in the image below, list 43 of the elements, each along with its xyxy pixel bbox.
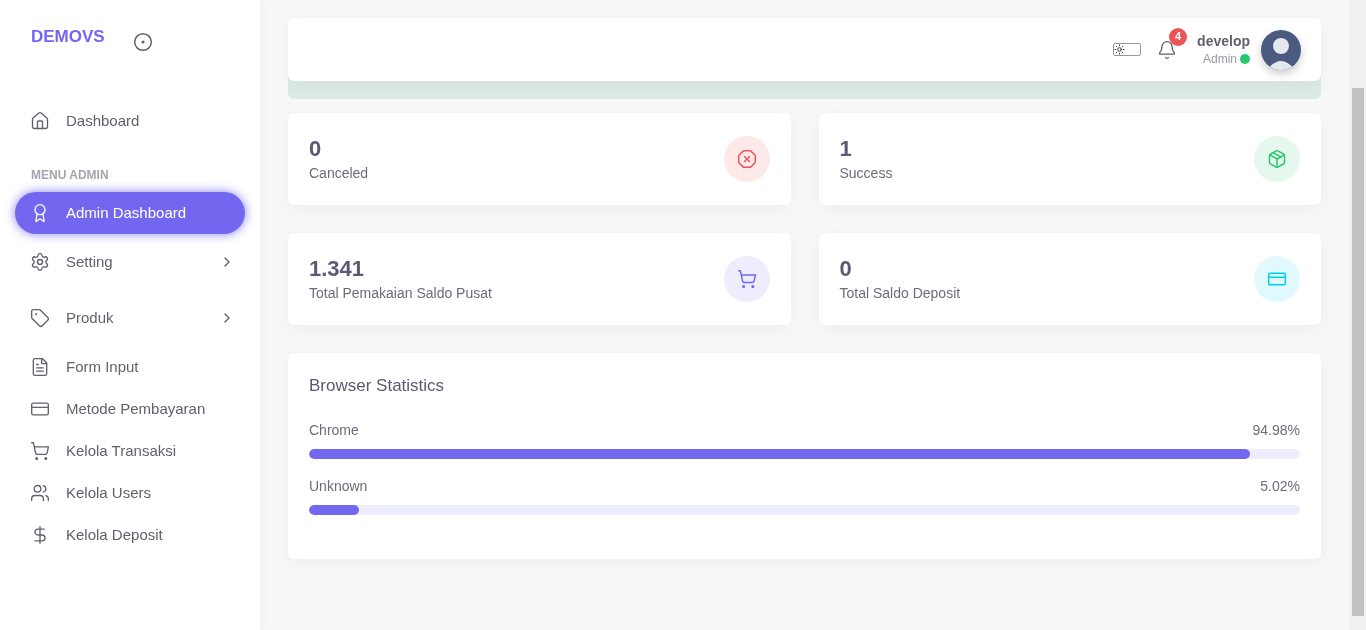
box-icon bbox=[1267, 149, 1287, 169]
tag-icon bbox=[30, 308, 50, 328]
users-icon bbox=[30, 483, 50, 503]
notification-badge: 4 bbox=[1169, 27, 1188, 46]
menu-item[interactable]: Dashboard bbox=[15, 100, 245, 142]
card-icon bbox=[1267, 269, 1287, 289]
menu-group[interactable]: Setting bbox=[15, 241, 245, 283]
stat-label: Total Pemakaian Saldo Pusat bbox=[309, 283, 492, 303]
stat-value: 0 bbox=[309, 134, 323, 163]
stat-value: 1.341 bbox=[309, 254, 366, 283]
theme-toggle[interactable] bbox=[1113, 43, 1142, 56]
browser-name: Chrome bbox=[309, 420, 359, 440]
user-role: Admin bbox=[1203, 50, 1237, 68]
browser-name: Unknown bbox=[309, 476, 368, 496]
sun-icon bbox=[1114, 44, 1126, 55]
browser-percent: 5.02% bbox=[1260, 476, 1300, 496]
menu-item[interactable]: Admin Dashboard bbox=[15, 192, 245, 234]
toggle-icon[interactable] bbox=[132, 32, 153, 52]
section-heading: MENU ADMIN bbox=[31, 168, 109, 182]
cart-icon bbox=[736, 269, 757, 289]
online-check-icon bbox=[1240, 53, 1250, 64]
gear-icon bbox=[30, 252, 50, 272]
card-title: Browser Statistics bbox=[309, 375, 446, 397]
user-name: develop bbox=[1197, 31, 1250, 50]
menu-item[interactable]: Metode Pembayaran bbox=[15, 388, 245, 430]
menu-group[interactable]: Produk bbox=[15, 297, 245, 339]
menu-item[interactable]: Kelola Users bbox=[15, 472, 245, 514]
home-icon bbox=[30, 111, 50, 131]
browser-percent: 94.98% bbox=[1252, 420, 1300, 440]
stat-value: 1 bbox=[839, 134, 853, 163]
menu-item[interactable]: Form Input bbox=[15, 346, 245, 388]
document-icon bbox=[30, 357, 50, 377]
menu-item[interactable]: Kelola Transaksi bbox=[15, 430, 245, 472]
stat-label: Total Saldo Deposit bbox=[839, 283, 961, 303]
octagon-x-icon bbox=[736, 149, 757, 169]
cart-icon bbox=[30, 441, 50, 461]
stat-label: Success bbox=[839, 163, 893, 183]
avatar[interactable] bbox=[1261, 29, 1301, 70]
stat-label: Canceled bbox=[309, 163, 369, 183]
bell-icon[interactable] bbox=[1157, 39, 1178, 60]
brand-logo[interactable]: DEMOVS bbox=[31, 24, 105, 50]
stat-value: 0 bbox=[839, 254, 853, 283]
menu-item[interactable]: Kelola Deposit bbox=[15, 514, 245, 556]
